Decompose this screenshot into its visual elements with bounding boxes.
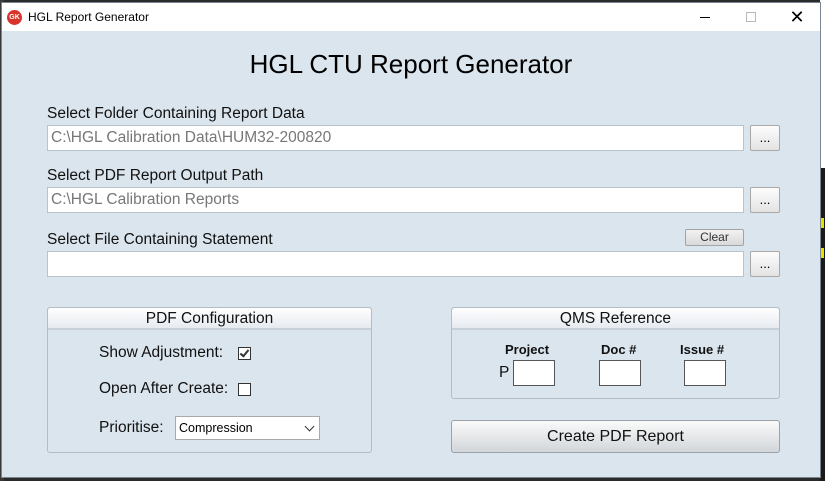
output-path-browse-button[interactable]: ... bbox=[750, 187, 780, 213]
minimize-icon bbox=[700, 16, 710, 18]
doc-column-label: Doc # bbox=[601, 342, 637, 357]
show-adjustment-checkbox[interactable] bbox=[238, 347, 251, 360]
open-after-create-checkbox[interactable] bbox=[238, 383, 251, 396]
output-path-field[interactable]: C:\HGL Calibration Reports bbox=[47, 187, 744, 213]
prioritise-label: Prioritise: bbox=[99, 419, 164, 436]
minimize-button[interactable] bbox=[682, 3, 728, 31]
qms-reference-header: QMS Reference bbox=[452, 308, 779, 330]
app-window: GK HGL Report Generator ✕ HGL CTU Report… bbox=[1, 2, 821, 478]
report-data-path-field[interactable]: C:\HGL Calibration Data\HUM32-200820 bbox=[47, 125, 744, 151]
doc-number-input[interactable] bbox=[599, 360, 641, 386]
chevron-down-icon bbox=[304, 421, 315, 432]
issue-column-label: Issue # bbox=[680, 342, 725, 357]
project-prefix: P bbox=[499, 364, 510, 381]
project-column-label: Project bbox=[505, 342, 550, 357]
prioritise-select[interactable]: Compression bbox=[175, 416, 320, 440]
statement-file-label: Select File Containing Statement bbox=[47, 231, 273, 248]
title-bar: GK HGL Report Generator ✕ bbox=[2, 3, 820, 31]
issue-number-input[interactable] bbox=[684, 360, 726, 386]
maximize-button[interactable] bbox=[728, 3, 774, 31]
qms-reference-panel: QMS Reference Project Doc # Issue # P bbox=[451, 307, 780, 399]
project-input[interactable] bbox=[513, 360, 555, 386]
app-logo-icon: GK bbox=[7, 10, 22, 25]
statement-clear-button[interactable]: Clear bbox=[685, 229, 744, 246]
pdf-configuration-panel: PDF Configuration Show Adjustment: Open … bbox=[47, 307, 372, 453]
close-icon: ✕ bbox=[789, 6, 805, 27]
statement-file-field[interactable] bbox=[47, 251, 744, 277]
create-pdf-report-button[interactable]: Create PDF Report bbox=[451, 420, 780, 453]
open-after-create-label: Open After Create: bbox=[99, 380, 229, 397]
statement-browse-button[interactable]: ... bbox=[750, 251, 780, 277]
checkmark-icon bbox=[239, 347, 250, 358]
maximize-icon bbox=[746, 12, 756, 22]
pdf-configuration-header: PDF Configuration bbox=[48, 308, 371, 330]
close-button[interactable]: ✕ bbox=[774, 3, 820, 31]
page-title: HGL CTU Report Generator bbox=[249, 49, 573, 79]
show-adjustment-label: Show Adjustment: bbox=[99, 344, 224, 361]
prioritise-value: Compression bbox=[179, 421, 253, 435]
report-data-browse-button[interactable]: ... bbox=[750, 125, 780, 151]
report-data-label: Select Folder Containing Report Data bbox=[47, 105, 305, 122]
output-path-label: Select PDF Report Output Path bbox=[47, 167, 264, 184]
window-title: HGL Report Generator bbox=[28, 10, 149, 24]
